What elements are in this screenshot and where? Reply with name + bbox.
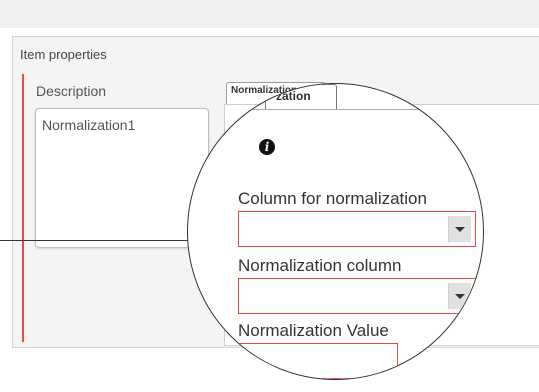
normalization-column-select[interactable] [238,278,476,314]
description-textarea[interactable]: Normalization1 [35,108,209,248]
normalization-column-label: Normalization column [238,256,402,275]
chevron-down-icon [455,227,465,232]
chevron-down-icon [455,294,465,299]
normalization-value-input[interactable] [238,343,398,379]
required-indicator [22,74,24,342]
column-for-normalization-select[interactable] [238,211,476,247]
callout-line [0,240,188,241]
dropdown-button[interactable] [448,216,471,242]
column-for-normalization-label: Column for normalization [238,189,427,208]
normalization-value-label: Normalization Value [238,321,389,340]
item-properties-title: Item properties [20,47,107,62]
magnifier-callout: zation i Column for normalization Normal… [187,83,484,380]
tab-underline [188,109,483,110]
description-value: Normalization1 [42,117,136,133]
top-band [0,0,539,28]
description-label: Description [36,83,107,99]
info-icon: i [259,139,275,155]
tab-normalization-magnified[interactable]: zation [265,84,337,110]
dropdown-button[interactable] [448,283,471,309]
